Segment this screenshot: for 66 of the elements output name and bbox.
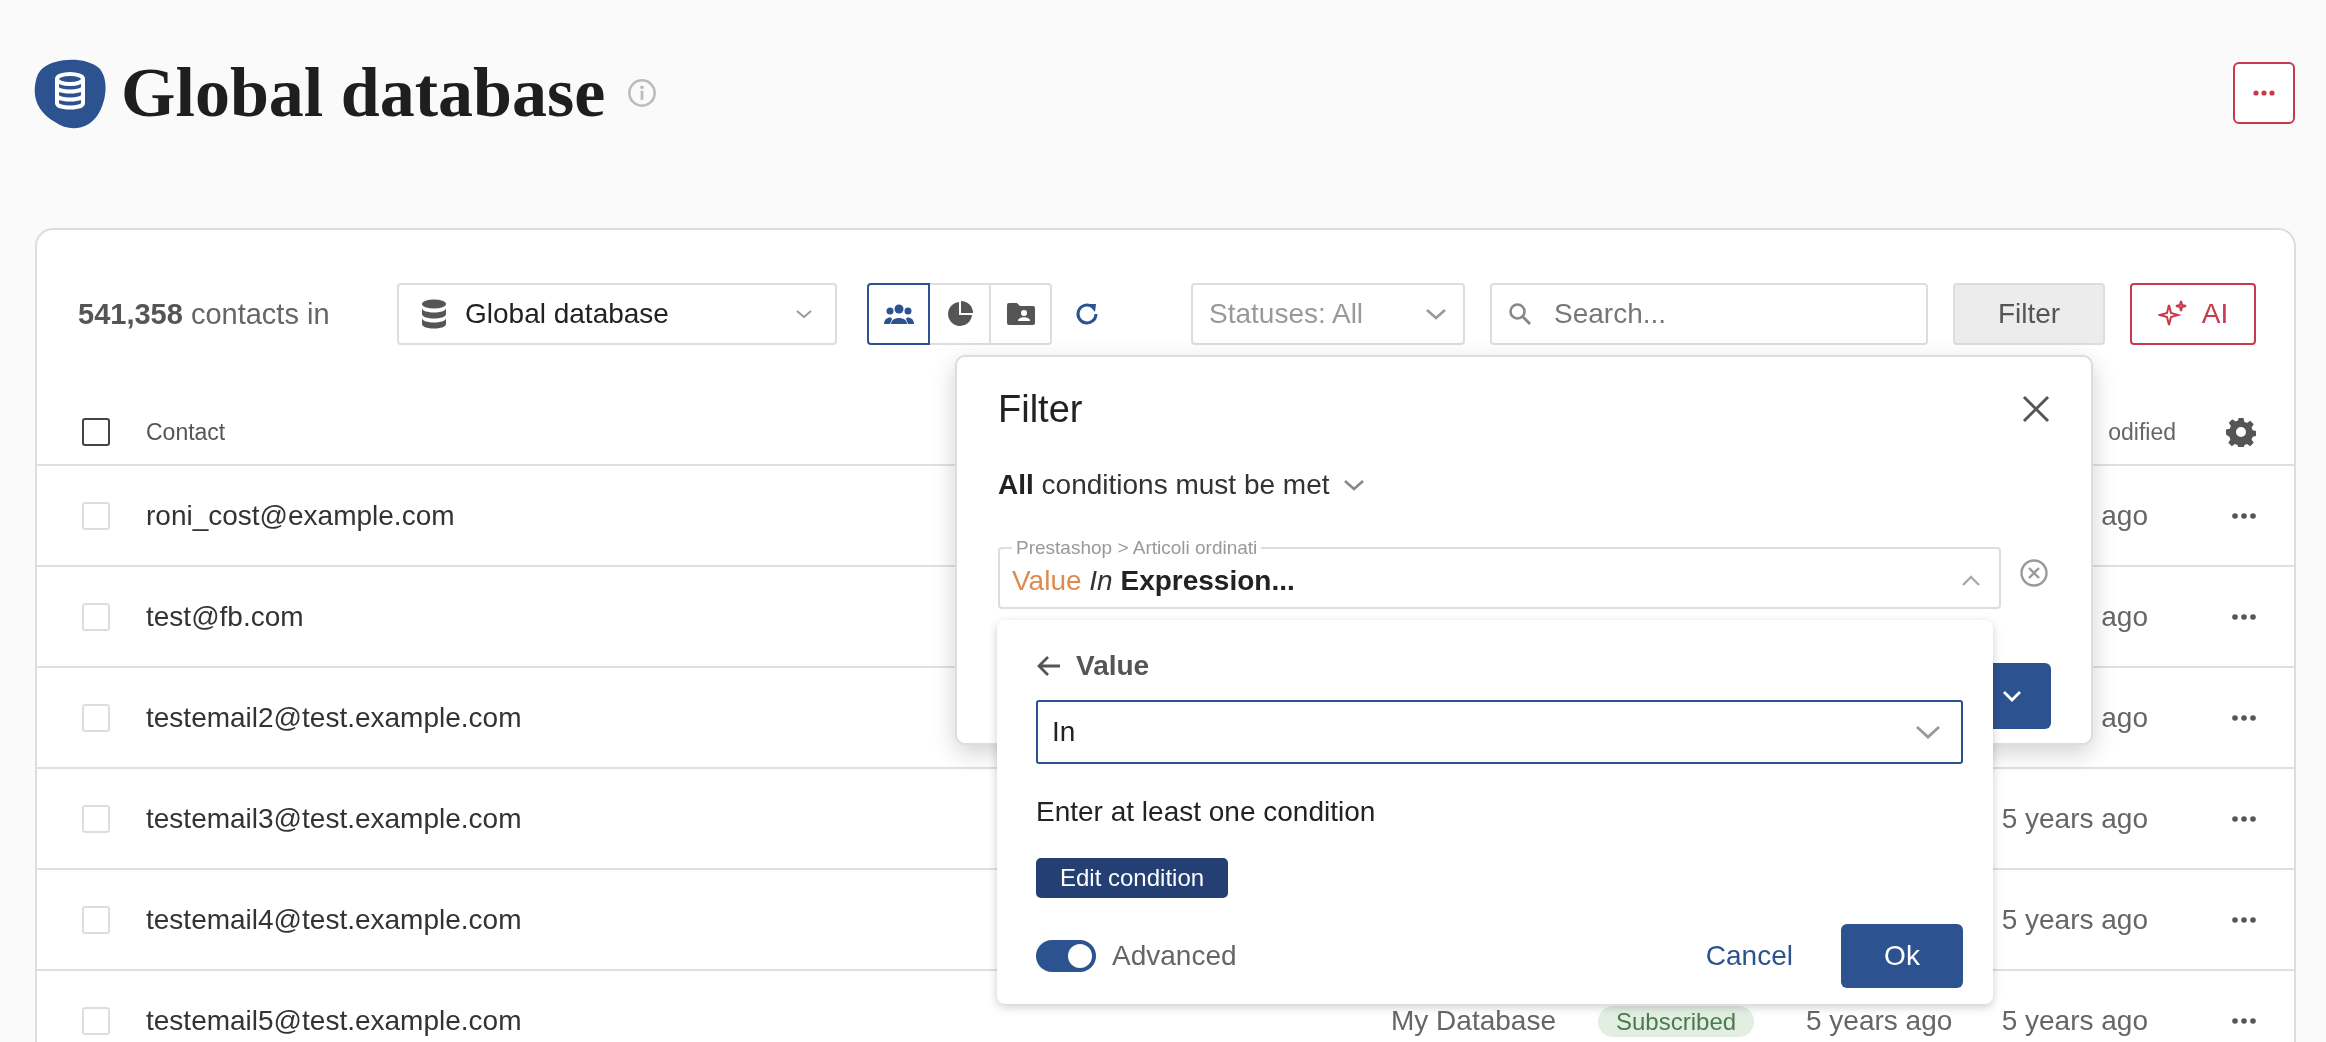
chevron-down-icon (795, 309, 813, 319)
modified-date: ago (2101, 701, 2148, 733)
contact-email[interactable]: testemail3@test.example.com (146, 802, 522, 834)
people-icon (883, 303, 914, 325)
row-checkbox[interactable] (82, 804, 110, 833)
more-icon (2253, 90, 2275, 96)
modified-date: 5 years ago (2001, 802, 2148, 834)
row-checkbox[interactable] (82, 602, 110, 631)
operator-dropdown[interactable]: In (1036, 700, 1963, 764)
more-icon[interactable] (2232, 714, 2256, 721)
more-icon[interactable] (2232, 512, 2256, 519)
contact-email[interactable]: testemail2@test.example.com (146, 701, 522, 733)
modified-date: ago (2101, 499, 2148, 531)
contact-email[interactable]: testemail4@test.example.com (146, 903, 522, 935)
chevron-down-icon (1915, 725, 1941, 739)
chevron-down-icon (1425, 308, 1447, 320)
status-badge: Subscribed (1598, 1005, 1755, 1037)
condition-summary: Value In Expression... (1012, 565, 1296, 597)
search-icon (1508, 302, 1532, 326)
field-label: Prestashop > Articoli ordinati (1015, 537, 1259, 559)
search-field[interactable]: Search... (1490, 283, 1928, 345)
more-icon[interactable] (2232, 1017, 2256, 1024)
database-dropdown[interactable]: Global database (397, 283, 837, 345)
created-date: 5 years ago (1806, 1004, 1953, 1036)
pie-chart-icon (946, 301, 973, 327)
database-icon (421, 299, 447, 329)
folder-icon (1006, 302, 1035, 326)
hint-text: Enter at least one condition (1036, 796, 1377, 828)
more-icon[interactable] (2232, 613, 2256, 620)
select-all-checkbox[interactable] (82, 418, 110, 446)
cancel-button[interactable]: Cancel (1705, 940, 1793, 972)
contact-email[interactable]: testemail5@test.example.com (146, 1004, 522, 1036)
ok-button[interactable]: Ok (1841, 924, 1963, 988)
view-toggle[interactable] (867, 283, 930, 345)
more-icon[interactable] (2232, 916, 2256, 923)
chevron-down-icon (1343, 479, 1366, 491)
modified-date: 5 years ago (2001, 903, 2148, 935)
modified-date: ago (2101, 600, 2148, 632)
toggle-label: Advanced (1112, 940, 1237, 972)
page-title: Global database (121, 58, 606, 128)
row-checkbox[interactable] (82, 1006, 110, 1035)
close-icon[interactable] (2021, 394, 2051, 424)
back-button[interactable]: Value (1036, 650, 1150, 682)
advanced-toggle[interactable] (1036, 940, 1096, 972)
ai-button[interactable]: AI (2130, 283, 2256, 345)
remove-icon[interactable] (2019, 558, 2049, 588)
contact-email[interactable]: test@fb.com (146, 600, 304, 632)
column-header: odified (2108, 418, 2176, 445)
contact-count: 541,358 contacts in (78, 297, 331, 331)
settings-icon[interactable] (2226, 417, 2256, 447)
modified-date: 5 years ago (2001, 1004, 2148, 1036)
row-checkbox[interactable] (82, 501, 110, 530)
row-checkbox[interactable] (82, 703, 110, 732)
more-button[interactable] (2233, 62, 2295, 124)
dialog-title: Filter (998, 387, 1083, 431)
edit-condition-button[interactable]: Edit condition (1036, 858, 1229, 898)
list-name: My Database (1391, 1004, 1556, 1036)
filter-button[interactable]: Filter (1953, 283, 2105, 345)
refresh-icon[interactable] (1074, 301, 1100, 327)
arrow-left-icon (1036, 655, 1062, 677)
column-header: Contact (146, 418, 226, 445)
match-mode-dropdown[interactable]: All conditions must be met (998, 469, 1366, 501)
row-checkbox[interactable] (82, 905, 110, 934)
chevron-down-icon (2002, 690, 2022, 702)
more-icon[interactable] (2232, 815, 2256, 822)
contact-email[interactable]: roni_cost@example.com (146, 499, 455, 531)
